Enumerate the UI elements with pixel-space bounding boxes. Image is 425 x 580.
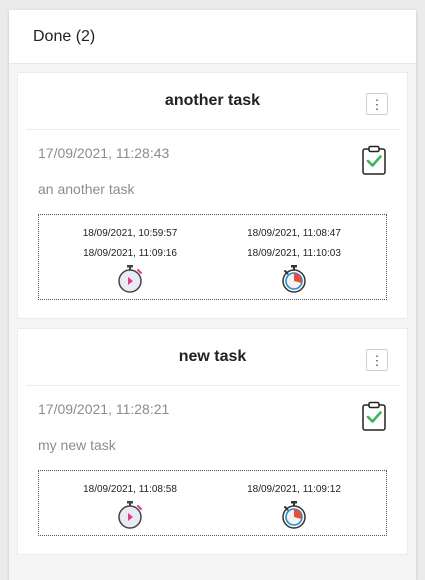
clipboard-check-icon[interactable] (361, 401, 387, 431)
more-vertical-icon: ⋮ (370, 96, 384, 112)
card-divider (26, 385, 399, 386)
card-header: another task ⋮ (18, 73, 407, 130)
done-column: Done (2) another task ⋮ 17/09/2021, 11:2… (9, 10, 416, 580)
card-created-date: 17/09/2021, 11:28:43 (38, 145, 170, 161)
column-title: Done (2) (33, 27, 96, 45)
time-log-box: 18/09/2021, 10:59:57 18/09/2021, 11:09:1… (38, 214, 387, 300)
session-start-time: 18/09/2021, 11:08:47 (247, 228, 341, 239)
card-divider (26, 129, 399, 130)
task-card[interactable]: another task ⋮ 17/09/2021, 11:28:43 an a… (17, 72, 408, 319)
time-session: 18/09/2021, 10:59:57 18/09/2021, 11:09:1… (47, 224, 213, 294)
more-vertical-icon: ⋮ (370, 352, 384, 368)
column-header: Done (2) (9, 10, 416, 64)
stopwatch-icon[interactable] (116, 264, 144, 294)
stopwatch-icon[interactable] (116, 500, 144, 530)
time-session: 18/09/2021, 11:08:47 18/09/2021, 11:10:0… (211, 224, 377, 294)
time-log-box: 18/09/2021, 11:08:58 18/09/2021, 11:09:1… (38, 470, 387, 536)
card-created-date: 17/09/2021, 11:28:21 (38, 401, 170, 417)
card-title: new task (178, 348, 247, 365)
session-end-time: 18/09/2021, 11:09:16 (83, 248, 177, 259)
time-session: 18/09/2021, 11:09:12 (211, 480, 377, 530)
session-end-time: 18/09/2021, 11:10:03 (247, 248, 341, 259)
card-description: my new task (38, 437, 116, 453)
card-menu-button[interactable]: ⋮ (366, 349, 388, 371)
card-title: another task (164, 92, 261, 109)
timer-icon[interactable] (280, 264, 308, 294)
time-session: 18/09/2021, 11:08:58 (47, 480, 213, 530)
session-start-time: 18/09/2021, 11:08:58 (83, 484, 177, 495)
card-description: an another task (38, 181, 135, 197)
session-start-time: 18/09/2021, 11:09:12 (247, 484, 341, 495)
card-menu-button[interactable]: ⋮ (366, 93, 388, 115)
card-header: new task ⋮ (18, 329, 407, 386)
clipboard-check-icon[interactable] (361, 145, 387, 175)
task-card[interactable]: new task ⋮ 17/09/2021, 11:28:21 my new t… (17, 328, 408, 555)
session-start-time: 18/09/2021, 10:59:57 (82, 228, 178, 239)
timer-icon[interactable] (280, 500, 308, 530)
